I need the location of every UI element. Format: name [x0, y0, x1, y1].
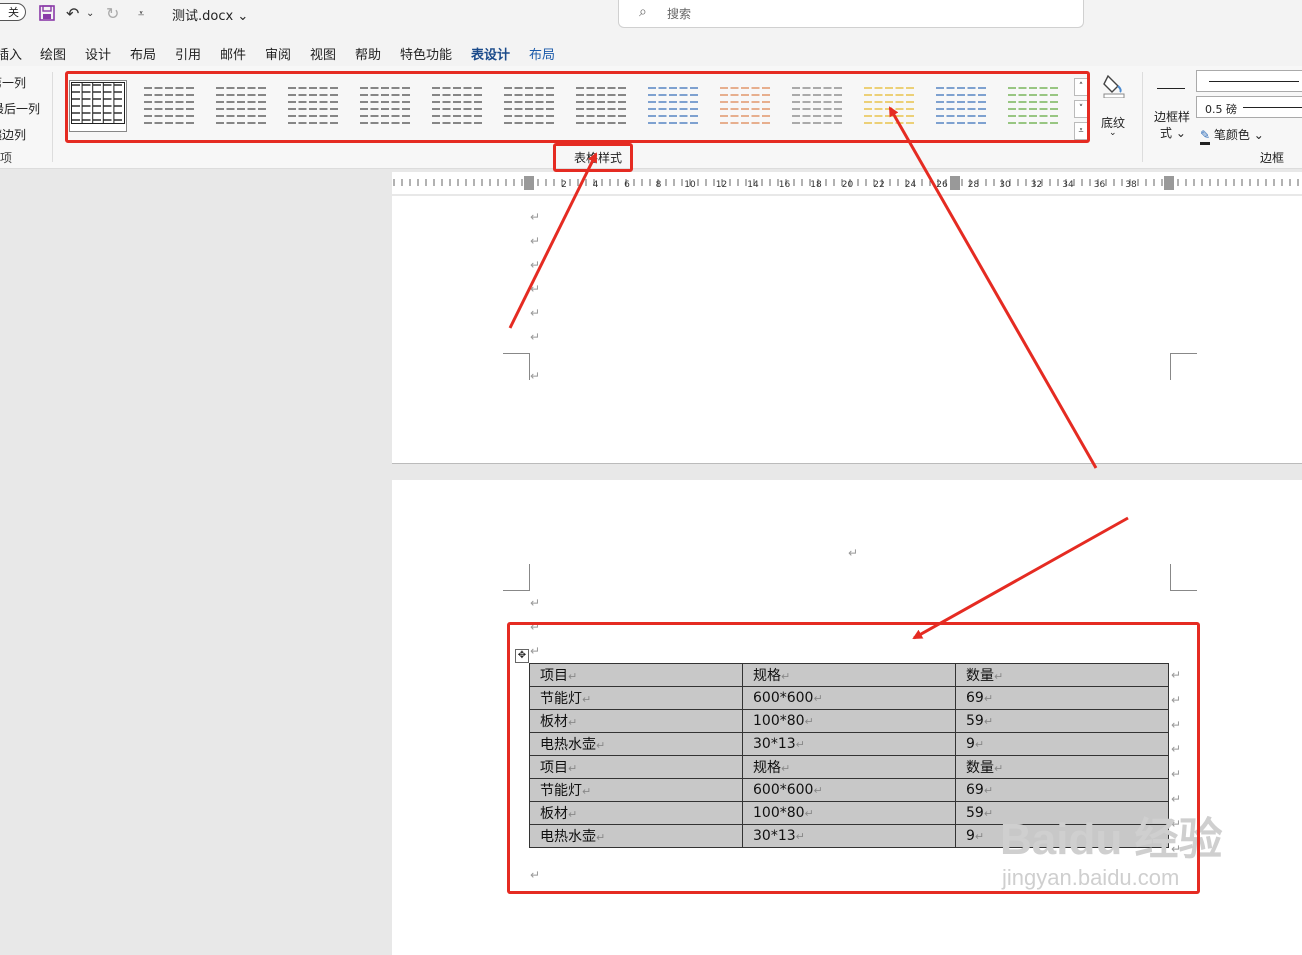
- arrow-to-gallery-style: [888, 106, 1098, 469]
- arrow-to-styles-label: [508, 152, 598, 329]
- arrow-to-table: [912, 516, 1129, 640]
- annotation-arrows: [508, 106, 1129, 640]
